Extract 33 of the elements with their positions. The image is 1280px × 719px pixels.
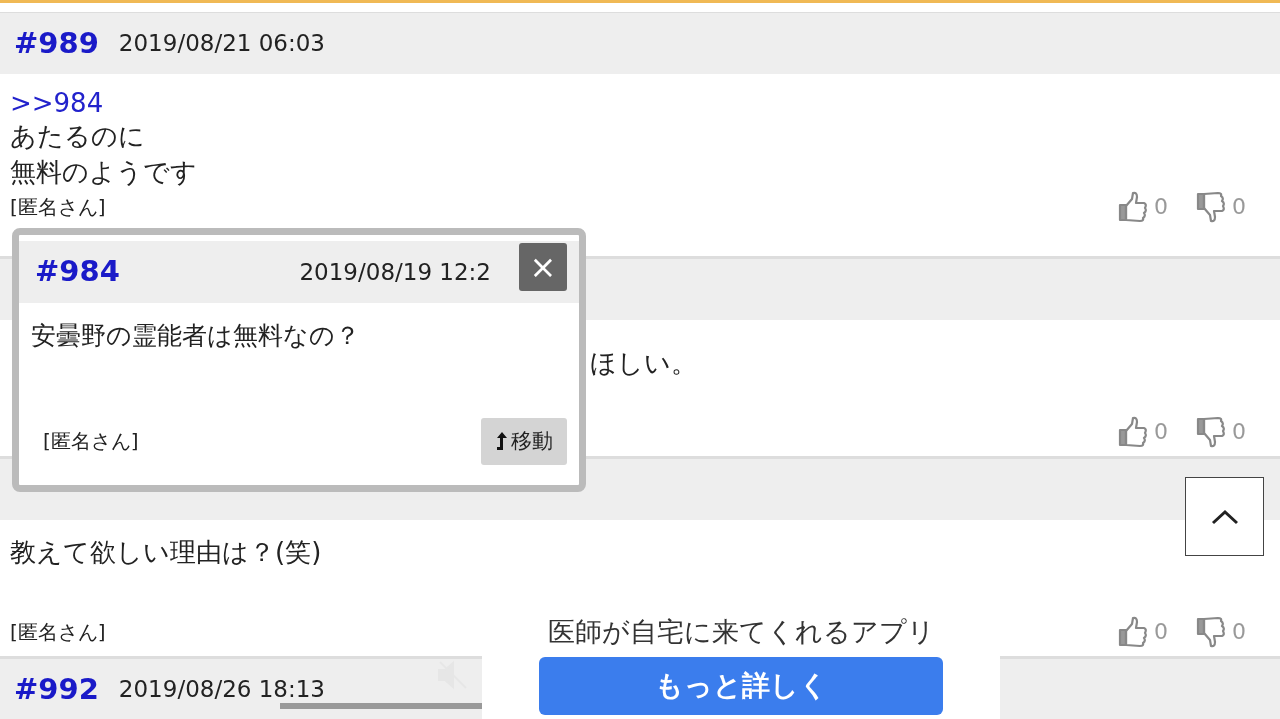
arrow-up-icon [495,431,509,452]
post-number[interactable]: #984 [35,250,120,294]
more-details-button[interactable]: もっと詳しく [539,656,943,715]
chevron-up-icon [1210,508,1239,525]
post-date: 2019/08/19 12:2 [299,257,491,287]
thumbs-down-icon[interactable] [1196,615,1226,648]
thumbs-up-icon[interactable] [1118,190,1148,223]
post-text: あたるのに 無料のようです [10,120,198,189]
thumbs-up-icon[interactable] [1118,415,1148,448]
like-count: 0 [1154,193,1168,221]
post-author: [匿名さん] [43,428,139,456]
dislike-count: 0 [1232,193,1246,221]
scroll-top-button[interactable] [1185,477,1264,556]
dislike-count: 0 [1232,418,1246,446]
post-text: 教えて欲しい理由は？(笑) [10,536,323,569]
ad-text: 医師が自宅に来てくれるアプリ [547,615,935,649]
dislike-count: 0 [1232,618,1246,646]
post-text: 安曇野の霊能者は無料なの？ [30,320,361,352]
post-date: 2019/08/21 06:03 [118,29,325,59]
post-author: [匿名さん] [10,618,106,646]
move-button[interactable]: 移動 [481,417,567,465]
post-author: [匿名さん] [10,193,106,221]
thumbs-down-icon[interactable] [1196,190,1226,223]
like-count: 0 [1154,618,1168,646]
post-number[interactable]: #989 [14,21,99,66]
post-date: 2019/08/26 18:13 [118,675,325,705]
post-number[interactable]: #992 [14,667,99,712]
thumbs-up-icon[interactable] [1118,615,1148,648]
close-button[interactable]: × [519,243,567,291]
thumbs-down-icon[interactable] [1196,415,1226,448]
post-text: ほしい。 [590,347,698,380]
like-count: 0 [1154,418,1168,446]
reply-link[interactable]: >>984 [10,88,104,118]
